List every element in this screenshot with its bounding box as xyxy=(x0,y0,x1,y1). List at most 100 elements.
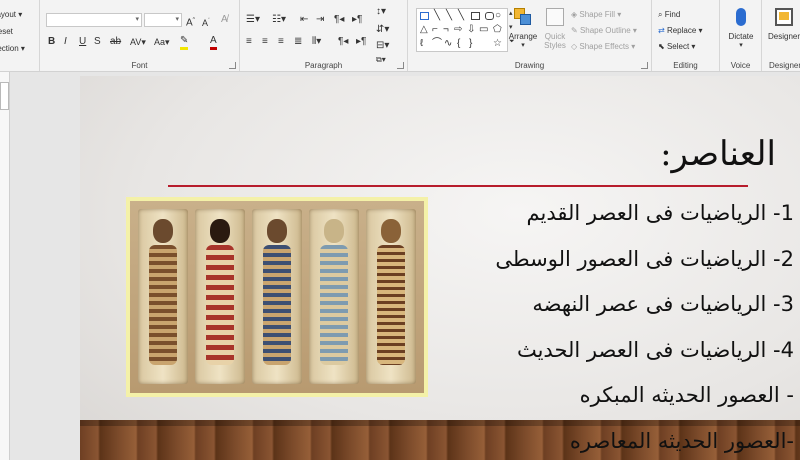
triangle-shape-icon[interactable]: △ xyxy=(420,24,428,36)
shadow-text-icon[interactable]: S xyxy=(94,36,101,48)
ltr-direction-icon[interactable]: ▸¶ xyxy=(352,14,362,26)
editing-group: ⌕ Find ⇄ Replace ▾ ⬉ Select ▾ Editing xyxy=(652,0,720,71)
strikethrough-icon[interactable]: ab xyxy=(110,36,121,48)
drawing-group: ╲ ╲ ╲ ○ △ ⌐ ¬ ⇨ ⇩ ▭ ⬠ ℓ ⌒ ∿ { } ☆ ▴ ▾ ⏷ xyxy=(408,0,652,71)
arc-shape-icon[interactable]: ⌒ xyxy=(432,38,442,50)
quick-styles-button[interactable]: Quick Styles xyxy=(540,4,570,56)
paint-bucket-icon: ◈ xyxy=(571,10,578,19)
callout-shape-icon[interactable]: ▭ xyxy=(479,24,488,36)
pen-icon: ✎ xyxy=(571,26,578,35)
change-case-icon[interactable]: Aa▾ xyxy=(154,36,170,48)
font-group: ▾ ▾ A^ Aˇ A̸ B I U S ab AV▾ Aa▾ ✎ A Font xyxy=(40,0,240,71)
arrow-right-shape-icon[interactable]: ⇨ xyxy=(454,24,462,36)
font-color-icon[interactable]: A xyxy=(210,35,217,50)
list-item[interactable]: 3- الرياضيات فى عصر النهضه xyxy=(354,282,794,328)
columns-icon[interactable]: ⫴▾ xyxy=(312,36,321,48)
text-direction-icon[interactable]: ⇵▾ xyxy=(376,24,389,36)
arrange-button[interactable]: Arrange ▾ xyxy=(506,4,540,56)
ivory-panel xyxy=(252,209,302,384)
slide-thumbnail[interactable] xyxy=(0,82,9,110)
shape-outline-button[interactable]: ✎ Shape Outline ▾ xyxy=(571,26,637,35)
italic-icon[interactable]: I xyxy=(64,36,67,48)
increase-indent-icon[interactable]: ⇥ xyxy=(316,14,324,26)
list-item[interactable]: - العصور الحديثه المبكره xyxy=(354,373,794,419)
list-item[interactable]: 4- الرياضيات فى العصر الحديث xyxy=(354,328,794,374)
line-spacing-icon[interactable]: ↕▾ xyxy=(376,6,386,18)
quick-styles-icon xyxy=(546,8,564,26)
justify-icon[interactable]: ≣ xyxy=(294,36,302,48)
numbering-icon[interactable]: ☷▾ xyxy=(272,14,286,26)
decrease-font-size-icon[interactable]: Aˇ xyxy=(202,15,210,29)
thumbnail-pane-edge[interactable] xyxy=(0,72,10,460)
list-item[interactable]: 1- الرياضيات فى العصر القديم xyxy=(354,191,794,237)
brace-shape-icon[interactable]: ℓ xyxy=(420,38,423,50)
brace-shape-icon[interactable]: } xyxy=(469,38,472,50)
section-button[interactable]: Section ▾ xyxy=(0,44,25,53)
find-button[interactable]: ⌕ Find xyxy=(658,10,680,20)
paragraph-rtl-icon[interactable]: ¶◂ xyxy=(338,36,348,48)
paragraph-dialog-launcher-icon[interactable] xyxy=(397,62,404,69)
highlight-color-icon[interactable]: ✎ xyxy=(180,35,189,50)
chevron-down-icon: ▾ xyxy=(739,42,743,49)
font-dialog-launcher-icon[interactable] xyxy=(229,62,236,69)
line-shape-icon[interactable]: ╲ xyxy=(446,10,452,22)
slide-canvas[interactable]: العناصر: 1- الرياضيات فى العصر القديم 2-… xyxy=(80,76,800,460)
paragraph-ltr-icon[interactable]: ▸¶ xyxy=(356,36,366,48)
underline-icon[interactable]: U xyxy=(79,36,86,48)
bold-icon[interactable]: B xyxy=(48,36,55,48)
replace-button[interactable]: ⇄ Replace ▾ xyxy=(658,26,703,35)
align-center-icon[interactable]: ≡ xyxy=(262,36,268,48)
designer-button[interactable]: Designer xyxy=(764,6,800,52)
slide-title[interactable]: العناصر: xyxy=(660,134,776,174)
drawing-dialog-launcher-icon[interactable] xyxy=(641,62,648,69)
pentagon-shape-icon[interactable]: ⬠ xyxy=(493,24,502,36)
drawing-group-label: Drawing xyxy=(514,61,545,70)
font-size-combo[interactable]: ▾ xyxy=(144,13,182,27)
list-item[interactable]: 2- الرياضيات فى العصور الوسطى xyxy=(354,237,794,283)
figure-body xyxy=(263,245,291,365)
rounded-rectangle-shape-icon[interactable] xyxy=(485,12,494,20)
line-shape-icon[interactable]: ╲ xyxy=(458,10,464,22)
title-underline xyxy=(168,185,748,187)
star-shape-icon[interactable]: ☆ xyxy=(493,38,502,50)
figure-head xyxy=(324,219,344,243)
select-button[interactable]: ⬉ Select ▾ xyxy=(658,42,695,51)
slide-bullet-list[interactable]: 1- الرياضيات فى العصر القديم 2- الرياضيا… xyxy=(354,191,794,460)
align-right-icon[interactable]: ≡ xyxy=(278,36,284,48)
align-left-icon[interactable]: ≡ xyxy=(246,36,252,48)
rectangle-shape-icon[interactable] xyxy=(471,12,480,20)
figure-body xyxy=(320,245,348,365)
shape-effects-button[interactable]: ◇ Shape Effects ▾ xyxy=(571,42,635,51)
cursor-icon: ⬉ xyxy=(658,42,665,51)
dictate-button[interactable]: Dictate ▾ xyxy=(722,6,760,52)
oval-shape-icon[interactable]: ○ xyxy=(495,10,501,22)
font-name-combo[interactable]: ▾ xyxy=(46,13,142,27)
slides-group: Layout ▾ Reset Section ▾ xyxy=(0,0,40,71)
shapes-gallery[interactable]: ╲ ╲ ╲ ○ △ ⌐ ¬ ⇨ ⇩ ▭ ⬠ ℓ ⌒ ∿ { } ☆ xyxy=(416,8,508,52)
brace-shape-icon[interactable]: { xyxy=(457,38,460,50)
voice-group-label: Voice xyxy=(730,61,751,70)
character-spacing-icon[interactable]: AV▾ xyxy=(130,36,146,48)
list-item[interactable]: -العصور الحديثه المعاصره xyxy=(354,419,794,460)
line-shape-icon[interactable]: ╲ xyxy=(434,10,440,22)
layout-button[interactable]: Layout ▾ xyxy=(0,10,22,19)
arrow-down-shape-icon[interactable]: ⇩ xyxy=(467,24,475,36)
chevron-down-icon: ▾ xyxy=(135,16,139,23)
connector-shape-icon[interactable]: ¬ xyxy=(443,24,449,36)
curve-shape-icon[interactable]: ∿ xyxy=(444,38,452,50)
voice-group: Dictate ▾ Voice xyxy=(720,0,762,71)
align-text-icon[interactable]: ⊟▾ xyxy=(376,40,389,52)
rtl-direction-icon[interactable]: ¶◂ xyxy=(334,14,344,26)
bullets-icon[interactable]: ☰▾ xyxy=(246,14,260,26)
clear-formatting-icon[interactable]: A̸ xyxy=(221,14,228,26)
figure-head xyxy=(153,219,173,243)
figure-head xyxy=(267,219,287,243)
textbox-shape-icon[interactable] xyxy=(420,12,429,20)
decrease-indent-icon[interactable]: ⇤ xyxy=(300,14,308,26)
dictate-label: Dictate xyxy=(728,32,754,41)
increase-font-size-icon[interactable]: A^ xyxy=(186,14,195,29)
connector-shape-icon[interactable]: ⌐ xyxy=(432,24,438,36)
paragraph-group-label: Paragraph xyxy=(304,61,343,70)
reset-button[interactable]: Reset xyxy=(0,27,13,36)
shape-fill-button[interactable]: ◈ Shape Fill ▾ xyxy=(571,10,621,19)
